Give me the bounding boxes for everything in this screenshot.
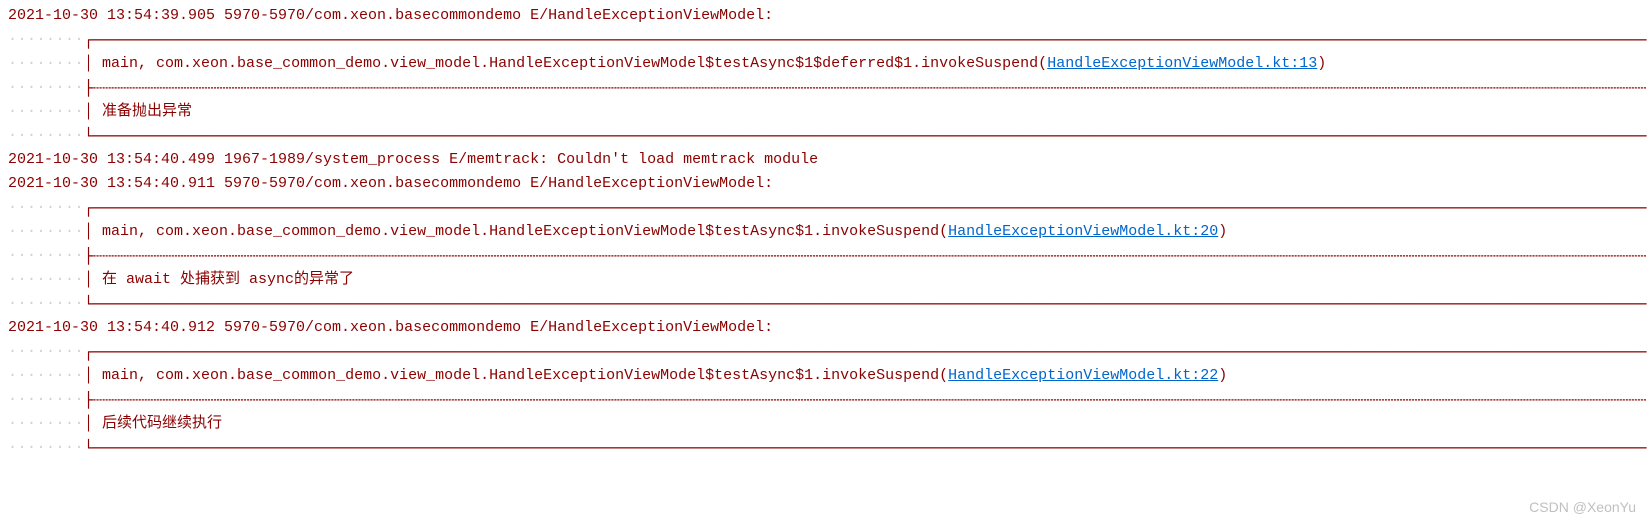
- whitespace-indicator: ····: [46, 220, 84, 244]
- log-trace-text: │ main, com.xeon.base_common_demo.view_m…: [84, 364, 948, 388]
- log-box-content-line: ········│ 后续代码继续执行: [0, 412, 1650, 436]
- log-box-bot: ········└───────────────────────────────…: [0, 124, 1650, 148]
- whitespace-indicator: ····: [8, 52, 46, 76]
- whitespace-indicator: ····: [46, 28, 84, 52]
- log-box-top: ········┌───────────────────────────────…: [0, 340, 1650, 364]
- log-header-line: 2021-10-30 13:54:40.499 1967-1989/system…: [0, 148, 1650, 172]
- log-header-text: 2021-10-30 13:54:39.905 5970-5970/com.xe…: [8, 7, 782, 24]
- whitespace-indicator: ····: [8, 292, 46, 316]
- log-header-text: 2021-10-30 13:54:40.911 5970-5970/com.xe…: [8, 175, 782, 192]
- whitespace-indicator: ····: [46, 412, 84, 436]
- box-border-mid: ├┄┄┄┄┄┄┄┄┄┄┄┄┄┄┄┄┄┄┄┄┄┄┄┄┄┄┄┄┄┄┄┄┄┄┄┄┄┄┄…: [84, 76, 1646, 100]
- whitespace-indicator: ····: [46, 388, 84, 412]
- box-border-mid: ├┄┄┄┄┄┄┄┄┄┄┄┄┄┄┄┄┄┄┄┄┄┄┄┄┄┄┄┄┄┄┄┄┄┄┄┄┄┄┄…: [84, 244, 1646, 268]
- whitespace-indicator: ····: [46, 76, 84, 100]
- whitespace-indicator: ····: [8, 388, 46, 412]
- whitespace-indicator: ····: [8, 124, 46, 148]
- watermark-text: CSDN @XeonYu: [1529, 496, 1636, 518]
- log-header-line: 2021-10-30 13:54:40.912 5970-5970/com.xe…: [0, 316, 1650, 340]
- box-border-bot: └───────────────────────────────────────…: [84, 124, 1646, 148]
- log-box-content-line: ········│ main, com.xeon.base_common_dem…: [0, 52, 1650, 76]
- whitespace-indicator: ····: [46, 292, 84, 316]
- whitespace-indicator: ····: [8, 28, 46, 52]
- source-link[interactable]: HandleExceptionViewModel.kt:13: [1047, 52, 1317, 76]
- box-border-bot: └───────────────────────────────────────…: [84, 292, 1646, 316]
- whitespace-indicator: ····: [8, 268, 46, 292]
- log-trace-suffix: ): [1218, 364, 1227, 388]
- whitespace-indicator: ····: [46, 124, 84, 148]
- whitespace-indicator: ····: [46, 52, 84, 76]
- log-trace-suffix: ): [1317, 52, 1326, 76]
- box-border-mid: ├┄┄┄┄┄┄┄┄┄┄┄┄┄┄┄┄┄┄┄┄┄┄┄┄┄┄┄┄┄┄┄┄┄┄┄┄┄┄┄…: [84, 388, 1646, 412]
- log-header-line: 2021-10-30 13:54:40.911 5970-5970/com.xe…: [0, 172, 1650, 196]
- whitespace-indicator: ····: [8, 364, 46, 388]
- log-box-content-line: ········│ main, com.xeon.base_common_dem…: [0, 220, 1650, 244]
- source-link[interactable]: HandleExceptionViewModel.kt:22: [948, 364, 1218, 388]
- log-message-text: │ 准备抛出异常: [84, 100, 192, 124]
- box-border-top: ┌───────────────────────────────────────…: [84, 28, 1646, 52]
- whitespace-indicator: ····: [8, 76, 46, 100]
- whitespace-indicator: ····: [46, 100, 84, 124]
- source-link[interactable]: HandleExceptionViewModel.kt:20: [948, 220, 1218, 244]
- whitespace-indicator: ····: [8, 220, 46, 244]
- whitespace-indicator: ····: [46, 268, 84, 292]
- log-box-content-line: ········│ 准备抛出异常: [0, 100, 1650, 124]
- log-box-content-line: ········│ main, com.xeon.base_common_dem…: [0, 364, 1650, 388]
- log-box-bot: ········└───────────────────────────────…: [0, 436, 1650, 460]
- log-message-text: │ 在 await 处捕获到 async的异常了: [84, 268, 354, 292]
- box-border-top: ┌───────────────────────────────────────…: [84, 340, 1646, 364]
- log-header-line: 2021-10-30 13:54:39.905 5970-5970/com.xe…: [0, 4, 1650, 28]
- log-box-mid: ········├┄┄┄┄┄┄┄┄┄┄┄┄┄┄┄┄┄┄┄┄┄┄┄┄┄┄┄┄┄┄┄…: [0, 244, 1650, 268]
- log-trace-suffix: ): [1218, 220, 1227, 244]
- whitespace-indicator: ····: [46, 196, 84, 220]
- log-header-text: 2021-10-30 13:54:40.912 5970-5970/com.xe…: [8, 319, 782, 336]
- log-trace-text: │ main, com.xeon.base_common_demo.view_m…: [84, 220, 948, 244]
- log-box-mid: ········├┄┄┄┄┄┄┄┄┄┄┄┄┄┄┄┄┄┄┄┄┄┄┄┄┄┄┄┄┄┄┄…: [0, 388, 1650, 412]
- whitespace-indicator: ····: [8, 244, 46, 268]
- whitespace-indicator: ····: [8, 436, 46, 460]
- box-border-bot: └───────────────────────────────────────…: [84, 436, 1646, 460]
- log-trace-text: │ main, com.xeon.base_common_demo.view_m…: [84, 52, 1047, 76]
- whitespace-indicator: ····: [8, 412, 46, 436]
- log-box-top: ········┌───────────────────────────────…: [0, 28, 1650, 52]
- whitespace-indicator: ····: [8, 340, 46, 364]
- log-header-text: 2021-10-30 13:54:40.499 1967-1989/system…: [8, 151, 818, 168]
- whitespace-indicator: ····: [46, 340, 84, 364]
- whitespace-indicator: ····: [46, 244, 84, 268]
- box-border-top: ┌───────────────────────────────────────…: [84, 196, 1646, 220]
- log-box-content-line: ········│ 在 await 处捕获到 async的异常了: [0, 268, 1650, 292]
- log-box-bot: ········└───────────────────────────────…: [0, 292, 1650, 316]
- log-box-mid: ········├┄┄┄┄┄┄┄┄┄┄┄┄┄┄┄┄┄┄┄┄┄┄┄┄┄┄┄┄┄┄┄…: [0, 76, 1650, 100]
- whitespace-indicator: ····: [46, 364, 84, 388]
- whitespace-indicator: ····: [8, 100, 46, 124]
- log-message-text: │ 后续代码继续执行: [84, 412, 222, 436]
- whitespace-indicator: ····: [46, 436, 84, 460]
- whitespace-indicator: ····: [8, 196, 46, 220]
- log-box-top: ········┌───────────────────────────────…: [0, 196, 1650, 220]
